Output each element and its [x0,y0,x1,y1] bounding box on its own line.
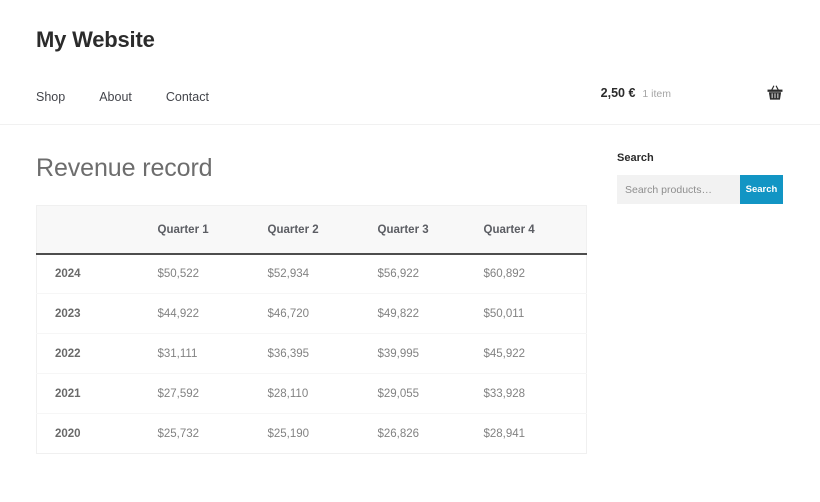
column-header-quarter-4: Quarter 4 [475,206,587,254]
cell-year: 2022 [37,334,149,374]
cell-quarter-4: $28,941 [475,414,587,454]
cell-year: 2021 [37,374,149,414]
cell-quarter-1: $25,732 [149,414,259,454]
content-area: Revenue record Quarter 1 Quarter 2 Quart… [0,125,820,502]
table-row: 2020 $25,732 $25,190 $26,826 $28,941 [37,414,587,454]
cell-quarter-4: $50,011 [475,294,587,334]
cell-quarter-4: $33,928 [475,374,587,414]
table-row: 2023 $44,922 $46,720 $49,822 $50,011 [37,294,587,334]
nav-link-about[interactable]: About [99,88,132,106]
column-header-year [37,206,149,254]
main-navigation: Shop About Contact [36,88,209,106]
cell-quarter-1: $27,592 [149,374,259,414]
cell-quarter-3: $29,055 [369,374,475,414]
cell-year: 2023 [37,294,149,334]
table-row: 2024 $50,522 $52,934 $56,922 $60,892 [37,254,587,294]
cell-quarter-2: $25,190 [259,414,369,454]
table-header-row: Quarter 1 Quarter 2 Quarter 3 Quarter 4 [37,206,587,254]
column-header-quarter-3: Quarter 3 [369,206,475,254]
cell-quarter-3: $56,922 [369,254,475,294]
sidebar: Search Search [617,125,785,204]
search-input[interactable] [617,175,740,204]
primary-column: Revenue record Quarter 1 Quarter 2 Quart… [36,125,588,454]
site-header: My Website Shop About Contact 2,50 € 1 i… [0,0,820,125]
page-title: Revenue record [36,125,588,184]
cart-area[interactable]: 2,50 € 1 item [574,84,784,102]
nav-link-contact[interactable]: Contact [166,88,209,106]
shopping-basket-icon[interactable] [766,84,784,102]
cell-quarter-3: $49,822 [369,294,475,334]
cell-year: 2024 [37,254,149,294]
cell-quarter-2: $36,395 [259,334,369,374]
cell-quarter-4: $60,892 [475,254,587,294]
revenue-table: Quarter 1 Quarter 2 Quarter 3 Quarter 4 … [36,205,587,454]
cell-quarter-3: $39,995 [369,334,475,374]
cell-quarter-2: $52,934 [259,254,369,294]
cell-year: 2020 [37,414,149,454]
cell-quarter-1: $50,522 [149,254,259,294]
cell-quarter-3: $26,826 [369,414,475,454]
table-body: 2024 $50,522 $52,934 $56,922 $60,892 202… [37,254,587,454]
cell-quarter-4: $45,922 [475,334,587,374]
cell-quarter-1: $44,922 [149,294,259,334]
cell-quarter-2: $28,110 [259,374,369,414]
search-button[interactable]: Search [740,175,783,204]
table-row: 2021 $27,592 $28,110 $29,055 $33,928 [37,374,587,414]
site-title[interactable]: My Website [36,26,155,54]
table-row: 2022 $31,111 $36,395 $39,995 $45,922 [37,334,587,374]
search-widget: Search Search [617,151,785,204]
cart-item-count: 1 item [642,88,671,100]
nav-link-shop[interactable]: Shop [36,88,65,106]
page-root: My Website Shop About Contact 2,50 € 1 i… [0,0,820,502]
cell-quarter-1: $31,111 [149,334,259,374]
table-head: Quarter 1 Quarter 2 Quarter 3 Quarter 4 [37,206,587,254]
column-header-quarter-2: Quarter 2 [259,206,369,254]
search-widget-title: Search [617,151,785,166]
cell-quarter-2: $46,720 [259,294,369,334]
cart-total-amount: 2,50 € [601,86,636,100]
column-header-quarter-1: Quarter 1 [149,206,259,254]
search-form: Search [617,175,783,204]
cart-summary[interactable]: 2,50 € 1 item [601,86,671,100]
